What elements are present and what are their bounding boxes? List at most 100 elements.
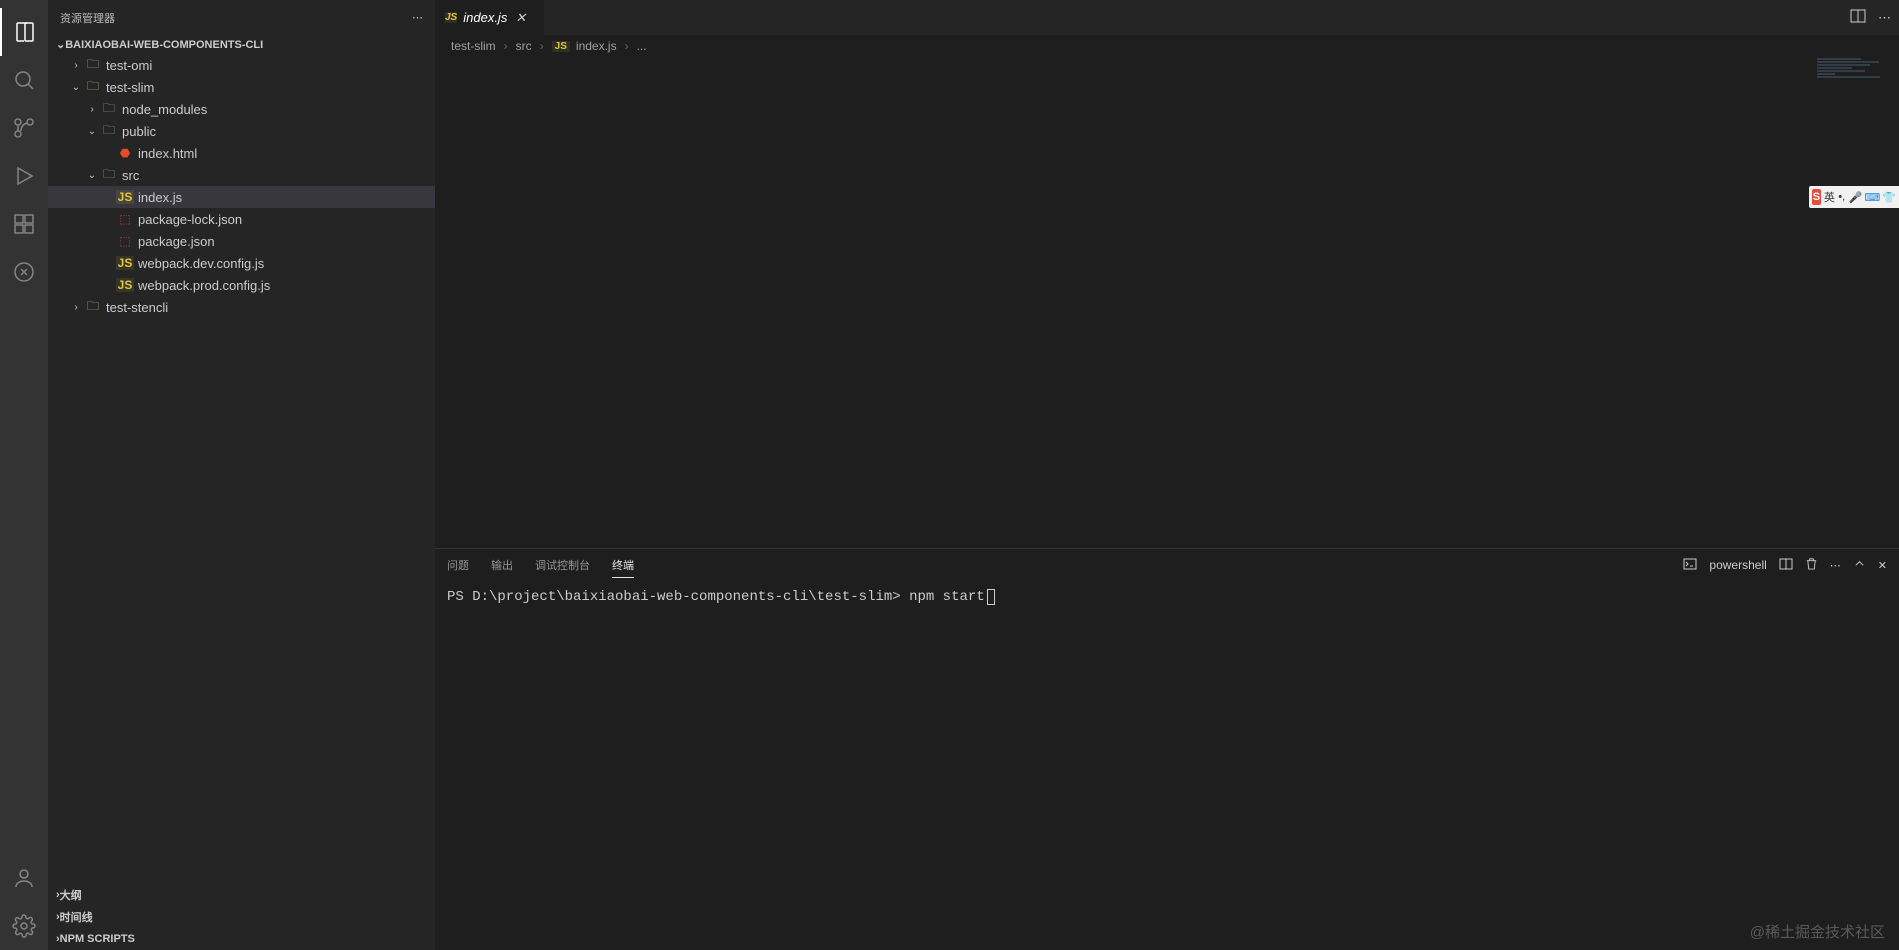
activity-bar	[0, 0, 48, 950]
extensions-activity[interactable]	[0, 200, 48, 248]
panel-tab-output[interactable]: 输出	[491, 553, 513, 577]
sidebar: 资源管理器 ⋯ ⌄ BAIXIAOBAI-WEB-COMPONENTS-CLI …	[48, 0, 435, 950]
tabs-bar: JS index.js ✕ ⋯	[435, 0, 1899, 35]
tree-item[interactable]: ⬣ index.html	[48, 142, 435, 164]
chevron-down-icon: ⌄	[68, 82, 84, 93]
ime-keyboard-icon[interactable]: ⌨	[1865, 190, 1879, 204]
ime-skin-icon[interactable]: 👕	[1882, 190, 1896, 204]
npm-icon: ⬚	[116, 212, 134, 226]
tree-item-label: test-slim	[106, 80, 154, 95]
tree-item[interactable]: ⬚ package-lock.json	[48, 208, 435, 230]
tree-item-label: test-omi	[106, 58, 152, 73]
terminal-command: npm start	[909, 589, 985, 605]
sogou-logo-icon: S	[1812, 189, 1821, 205]
chevron-down-icon: ⌄	[56, 38, 65, 51]
code-content[interactable]	[491, 57, 1899, 548]
explorer-activity[interactable]	[0, 8, 48, 56]
chevron-right-icon: ›	[504, 39, 508, 53]
close-icon[interactable]: ✕	[515, 10, 526, 26]
more-icon[interactable]: ⋯	[1830, 559, 1841, 572]
chevron-right-icon: ›	[625, 39, 629, 53]
tree-item-label: package-lock.json	[138, 212, 242, 227]
ime-punct-icon[interactable]: •,	[1838, 190, 1846, 204]
tree-item-label: public	[122, 124, 156, 139]
ime-bar[interactable]: S 英 •, 🎤 ⌨ 👕	[1809, 186, 1899, 208]
editor-area[interactable]	[435, 57, 1899, 548]
kill-terminal-icon[interactable]	[1805, 557, 1818, 573]
tree-item-label: index.html	[138, 146, 197, 161]
terminal-cursor	[987, 589, 995, 605]
editor-main: JS index.js ✕ ⋯ test-slim › src › JS ind…	[435, 0, 1899, 950]
terminal-prompt: PS D:\project\baixiaobai-web-components-…	[447, 589, 909, 605]
scm-activity[interactable]	[0, 104, 48, 152]
tab-index-js[interactable]: JS index.js ✕	[435, 0, 545, 35]
run-debug-activity[interactable]	[0, 152, 48, 200]
tree-item[interactable]: ›🗀 test-stencli	[48, 296, 435, 318]
tree-item-label: webpack.prod.config.js	[138, 278, 270, 293]
folder-icon: 🗀	[100, 99, 118, 120]
tree-item[interactable]: ›🗀test-omi	[48, 54, 435, 76]
breadcrumb-item[interactable]: ...	[637, 39, 647, 53]
terminal-label[interactable]: powershell	[1709, 558, 1766, 572]
panel-tabs: 问题 输出 调试控制台 终端 powershell ⋯ ✕	[435, 549, 1899, 581]
settings-activity[interactable]	[0, 902, 48, 950]
close-panel-icon[interactable]: ✕	[1878, 559, 1887, 572]
js-icon: JS	[445, 12, 457, 23]
panel-tab-problems[interactable]: 问题	[447, 553, 469, 577]
tree-item[interactable]: JS webpack.dev.config.js	[48, 252, 435, 274]
chevron-right-icon: ›	[540, 39, 544, 53]
chevron-right-icon: ›	[68, 302, 84, 313]
npm-scripts-section[interactable]: › NPM SCRIPTS	[48, 928, 435, 950]
live-share-activity[interactable]	[0, 248, 48, 296]
js-icon: JS	[552, 41, 570, 52]
terminal[interactable]: PS D:\project\baixiaobai-web-components-…	[435, 581, 1899, 950]
folder-icon: 🗀	[100, 165, 118, 186]
ime-lang[interactable]: 英	[1824, 189, 1835, 205]
tree-item[interactable]: ›🗀 node_modules	[48, 98, 435, 120]
tree-item[interactable]: JS webpack.prod.config.js	[48, 274, 435, 296]
more-actions-icon[interactable]: ⋯	[1878, 10, 1891, 26]
tree-item[interactable]: JSindex.js	[48, 186, 435, 208]
panel-tab-terminal[interactable]: 终端	[612, 553, 634, 578]
folder-icon: 🗀	[100, 121, 118, 142]
ime-voice-icon[interactable]: 🎤	[1849, 190, 1863, 204]
split-editor-icon[interactable]	[1850, 8, 1866, 27]
minimap[interactable]	[1811, 57, 1899, 548]
maximize-panel-icon[interactable]	[1853, 557, 1866, 573]
chevron-down-icon: ⌄	[84, 170, 100, 181]
js-icon: JS	[116, 256, 134, 270]
bottom-panel: 问题 输出 调试控制台 终端 powershell ⋯ ✕	[435, 548, 1899, 950]
project-root[interactable]: ⌄ BAIXIAOBAI-WEB-COMPONENTS-CLI	[48, 35, 435, 54]
tree-item-label: node_modules	[122, 102, 207, 117]
breadcrumb-item[interactable]: index.js	[576, 39, 617, 53]
npm-icon: ⬚	[116, 234, 134, 248]
account-activity[interactable]	[0, 854, 48, 902]
breadcrumb-item[interactable]: src	[516, 39, 532, 53]
line-number-gutter	[435, 57, 491, 548]
watermark: @稀土掘金技术社区	[1750, 921, 1885, 942]
split-terminal-icon[interactable]	[1779, 557, 1793, 574]
js-icon: JS	[116, 278, 134, 292]
folder-icon: 🗀	[84, 297, 102, 318]
breadcrumb-item[interactable]: test-slim	[451, 39, 496, 53]
tree-item[interactable]: ⌄🗀 public	[48, 120, 435, 142]
tree-item[interactable]: ⌄🗀 test-slim	[48, 76, 435, 98]
chevron-down-icon: ⌄	[84, 126, 100, 137]
tree-item-label: test-stencli	[106, 300, 168, 315]
tree-item[interactable]: ⬚package.json	[48, 230, 435, 252]
explorer-title: 资源管理器	[60, 10, 115, 26]
breadcrumbs[interactable]: test-slim › src › JS index.js › ...	[435, 35, 1899, 57]
tree-item[interactable]: ⌄🗀src	[48, 164, 435, 186]
html5-icon: ⬣	[116, 146, 134, 160]
tree-item-label: webpack.dev.config.js	[138, 256, 264, 271]
chevron-right-icon: ›	[68, 60, 84, 71]
panel-tab-debug[interactable]: 调试控制台	[535, 553, 590, 577]
search-activity[interactable]	[0, 56, 48, 104]
outline-section[interactable]: › 大纲	[48, 884, 435, 906]
chevron-right-icon: ›	[84, 104, 100, 115]
folder-icon: 🗀	[84, 77, 102, 98]
terminal-profile-icon[interactable]	[1683, 557, 1697, 574]
js-icon: JS	[116, 190, 134, 204]
sidebar-more-icon[interactable]: ⋯	[412, 11, 423, 24]
timeline-section[interactable]: › 时间线	[48, 906, 435, 928]
